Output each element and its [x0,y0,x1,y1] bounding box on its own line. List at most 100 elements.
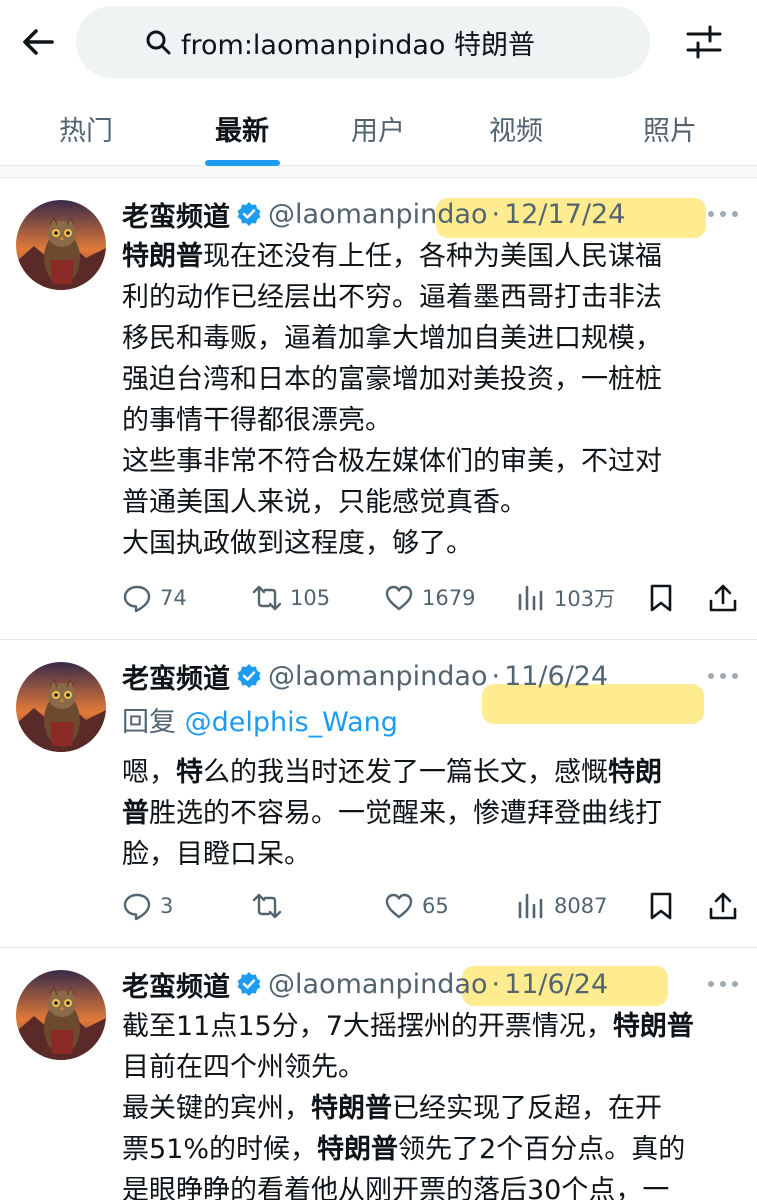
tweet-text: 领先了2个百分点。真的 [398,1134,686,1165]
bookmark-icon [650,892,672,920]
author-handle[interactable]: @laomanpindao [268,661,487,692]
tweet-text-line: 的事情干得都很漂亮。 [122,400,742,441]
separator-dot: · [491,198,501,230]
view-count: 8087 [554,894,608,918]
tweet-text-line: 强迫台湾和日本的富豪增加对美投资，一桩桩 [122,359,742,400]
more-options-icon[interactable] [706,978,740,990]
tweet-text: 嗯， [122,757,176,788]
replying-to: 回复 @delphis_Wang [122,700,398,739]
verified-badge-icon [237,664,261,688]
tweet[interactable]: 老蛮频道 @laomanpindao · 11/6/24 回复 @delphis… [0,640,757,948]
back-arrow-icon[interactable] [18,22,58,62]
bookmark-icon [650,584,672,612]
avatar[interactable] [16,970,106,1060]
retweet-button[interactable]: 105 [252,578,330,618]
tweet-text: 最关键的宾州， [122,1093,311,1124]
views-button[interactable]: 103万 [516,578,615,618]
tweet[interactable]: 老蛮频道 @laomanpindao · 12/17/24 特朗普现在还没有上任… [0,178,757,640]
avatar[interactable] [16,200,106,290]
owl-avatar-icon [16,662,106,752]
tweet-text: 移民和毒贩，逼着加拿大增加自美进口规模， [122,323,662,354]
tweet-text-line: 移民和毒贩，逼着加拿大增加自美进口规模， [122,318,742,359]
tweet-text: 强迫台湾和日本的富豪增加对美投资，一桩桩 [122,364,662,395]
reply-button[interactable]: 3 [122,886,173,926]
bookmark-button[interactable] [646,578,676,618]
tab-top[interactable]: 热门 [46,90,126,166]
tab-photos[interactable]: 照片 [630,90,710,166]
tweet-text: 票51%的时候， [122,1134,318,1165]
retweet-icon [252,585,282,611]
author-name[interactable]: 老蛮频道 [122,195,230,234]
author-name[interactable]: 老蛮频道 [122,657,230,696]
tweet-body: 嗯，特么的我当时还发了一篇长文，感慨特朗 普胜选的不容易。一觉醒来，惨遭拜登曲线打… [122,752,742,875]
tweet-text: 这些事非常不符合极左媒体们的审美，不过对 [122,446,662,477]
tab-videos[interactable]: 视频 [476,90,556,166]
tweet-text-line: 截至11点15分，7大摇摆州的开票情况，特朗普 [122,1006,747,1047]
tweet-text-line: 利的动作已经层出不穷。逼着墨西哥打击非法 [122,277,742,318]
more-options-icon[interactable] [706,208,740,220]
share-button[interactable] [708,578,738,618]
owl-avatar-icon [16,970,106,1060]
tweet[interactable]: 老蛮频道 @laomanpindao · 11/6/24 截至11点15分，7大… [0,948,757,1200]
verified-badge-icon [237,972,261,996]
tweet-text-line: 目前在四个州领先。 [122,1047,747,1088]
tweet-text: 是眼睁睁的看着他从刚开票的落后30个点，一 [122,1175,670,1200]
share-icon [709,892,737,920]
retweet-button[interactable] [252,886,290,926]
tweet-text-line: 票51%的时候，特朗普领先了2个百分点。真的 [122,1129,747,1170]
tab-people[interactable]: 用户 [338,90,418,166]
views-button[interactable]: 8087 [516,886,607,926]
view-count: 103万 [554,587,616,611]
tweet-text: 现在还没有上任，各种为美国人民谋福 [203,241,662,272]
like-button[interactable]: 1679 [384,578,475,618]
tweet-text-line: 是眼睁睁的看着他从刚开票的落后30个点，一 [122,1170,747,1200]
tweet-date[interactable]: 12/17/24 [504,199,625,230]
owl-avatar-icon [16,200,106,290]
author-handle[interactable]: @laomanpindao [268,969,487,1000]
bookmark-button[interactable] [646,886,676,926]
reply-icon [123,893,151,921]
reply-icon [123,585,151,613]
tweet-header: 老蛮频道 @laomanpindao · 12/17/24 [122,194,625,234]
reply-count: 74 [160,586,187,610]
tweet-text-line: 特朗普现在还没有上任，各种为美国人民谋福 [122,236,742,277]
views-chart-icon [518,893,543,919]
search-box[interactable] [76,6,650,78]
reply-button[interactable]: 74 [122,578,187,618]
tweet-actions: 74 105 1679 103万 [122,578,742,618]
tweet-body: 截至11点15分，7大摇摆州的开票情况，特朗普目前在四个州领先。 最关键的宾州，特… [122,1006,747,1200]
retweet-icon [252,893,282,919]
search-input[interactable] [181,26,581,58]
tab-latest[interactable]: 最新 [202,90,282,166]
keyword-highlight: 特朗 [608,757,662,788]
tweet-header: 老蛮频道 @laomanpindao · 11/6/24 [122,964,608,1004]
share-button[interactable] [708,886,738,926]
tweet-actions: 3 65 8087 [122,886,742,926]
views-chart-icon [518,585,543,611]
keyword-highlight: 特朗普 [311,1093,392,1124]
tweet-text: 已经实现了反超，在开 [392,1093,662,1124]
tweet-date[interactable]: 11/6/24 [504,661,608,692]
reply-prefix: 回复 [122,707,176,738]
heart-icon [385,893,413,919]
verified-badge-icon [237,202,261,226]
filter-settings-icon[interactable] [684,22,724,62]
keyword-highlight: 普 [122,798,149,829]
more-options-icon[interactable] [706,670,740,682]
like-button[interactable]: 65 [384,886,449,926]
tweet-text: 普通美国人来说，只能感觉真香。 [122,487,527,518]
like-count: 1679 [422,586,476,610]
tweet-text: 目前在四个州领先。 [122,1052,365,1083]
tweet-text: 么的我当时还发了一篇长文，感慨 [203,757,608,788]
divider [0,166,757,178]
tweet-text: 截至11点15分，7大摇摆州的开票情况， [122,1011,613,1042]
mention-link[interactable]: @delphis_Wang [185,707,398,738]
author-name[interactable]: 老蛮频道 [122,965,230,1004]
share-icon [709,584,737,612]
tweet-text: 脸，目瞪口呆。 [122,839,311,870]
author-handle[interactable]: @laomanpindao [268,199,487,230]
tweet-header: 老蛮频道 @laomanpindao · 11/6/24 [122,656,608,696]
avatar[interactable] [16,662,106,752]
separator-dot: · [491,968,501,1000]
tweet-date[interactable]: 11/6/24 [504,969,608,1000]
